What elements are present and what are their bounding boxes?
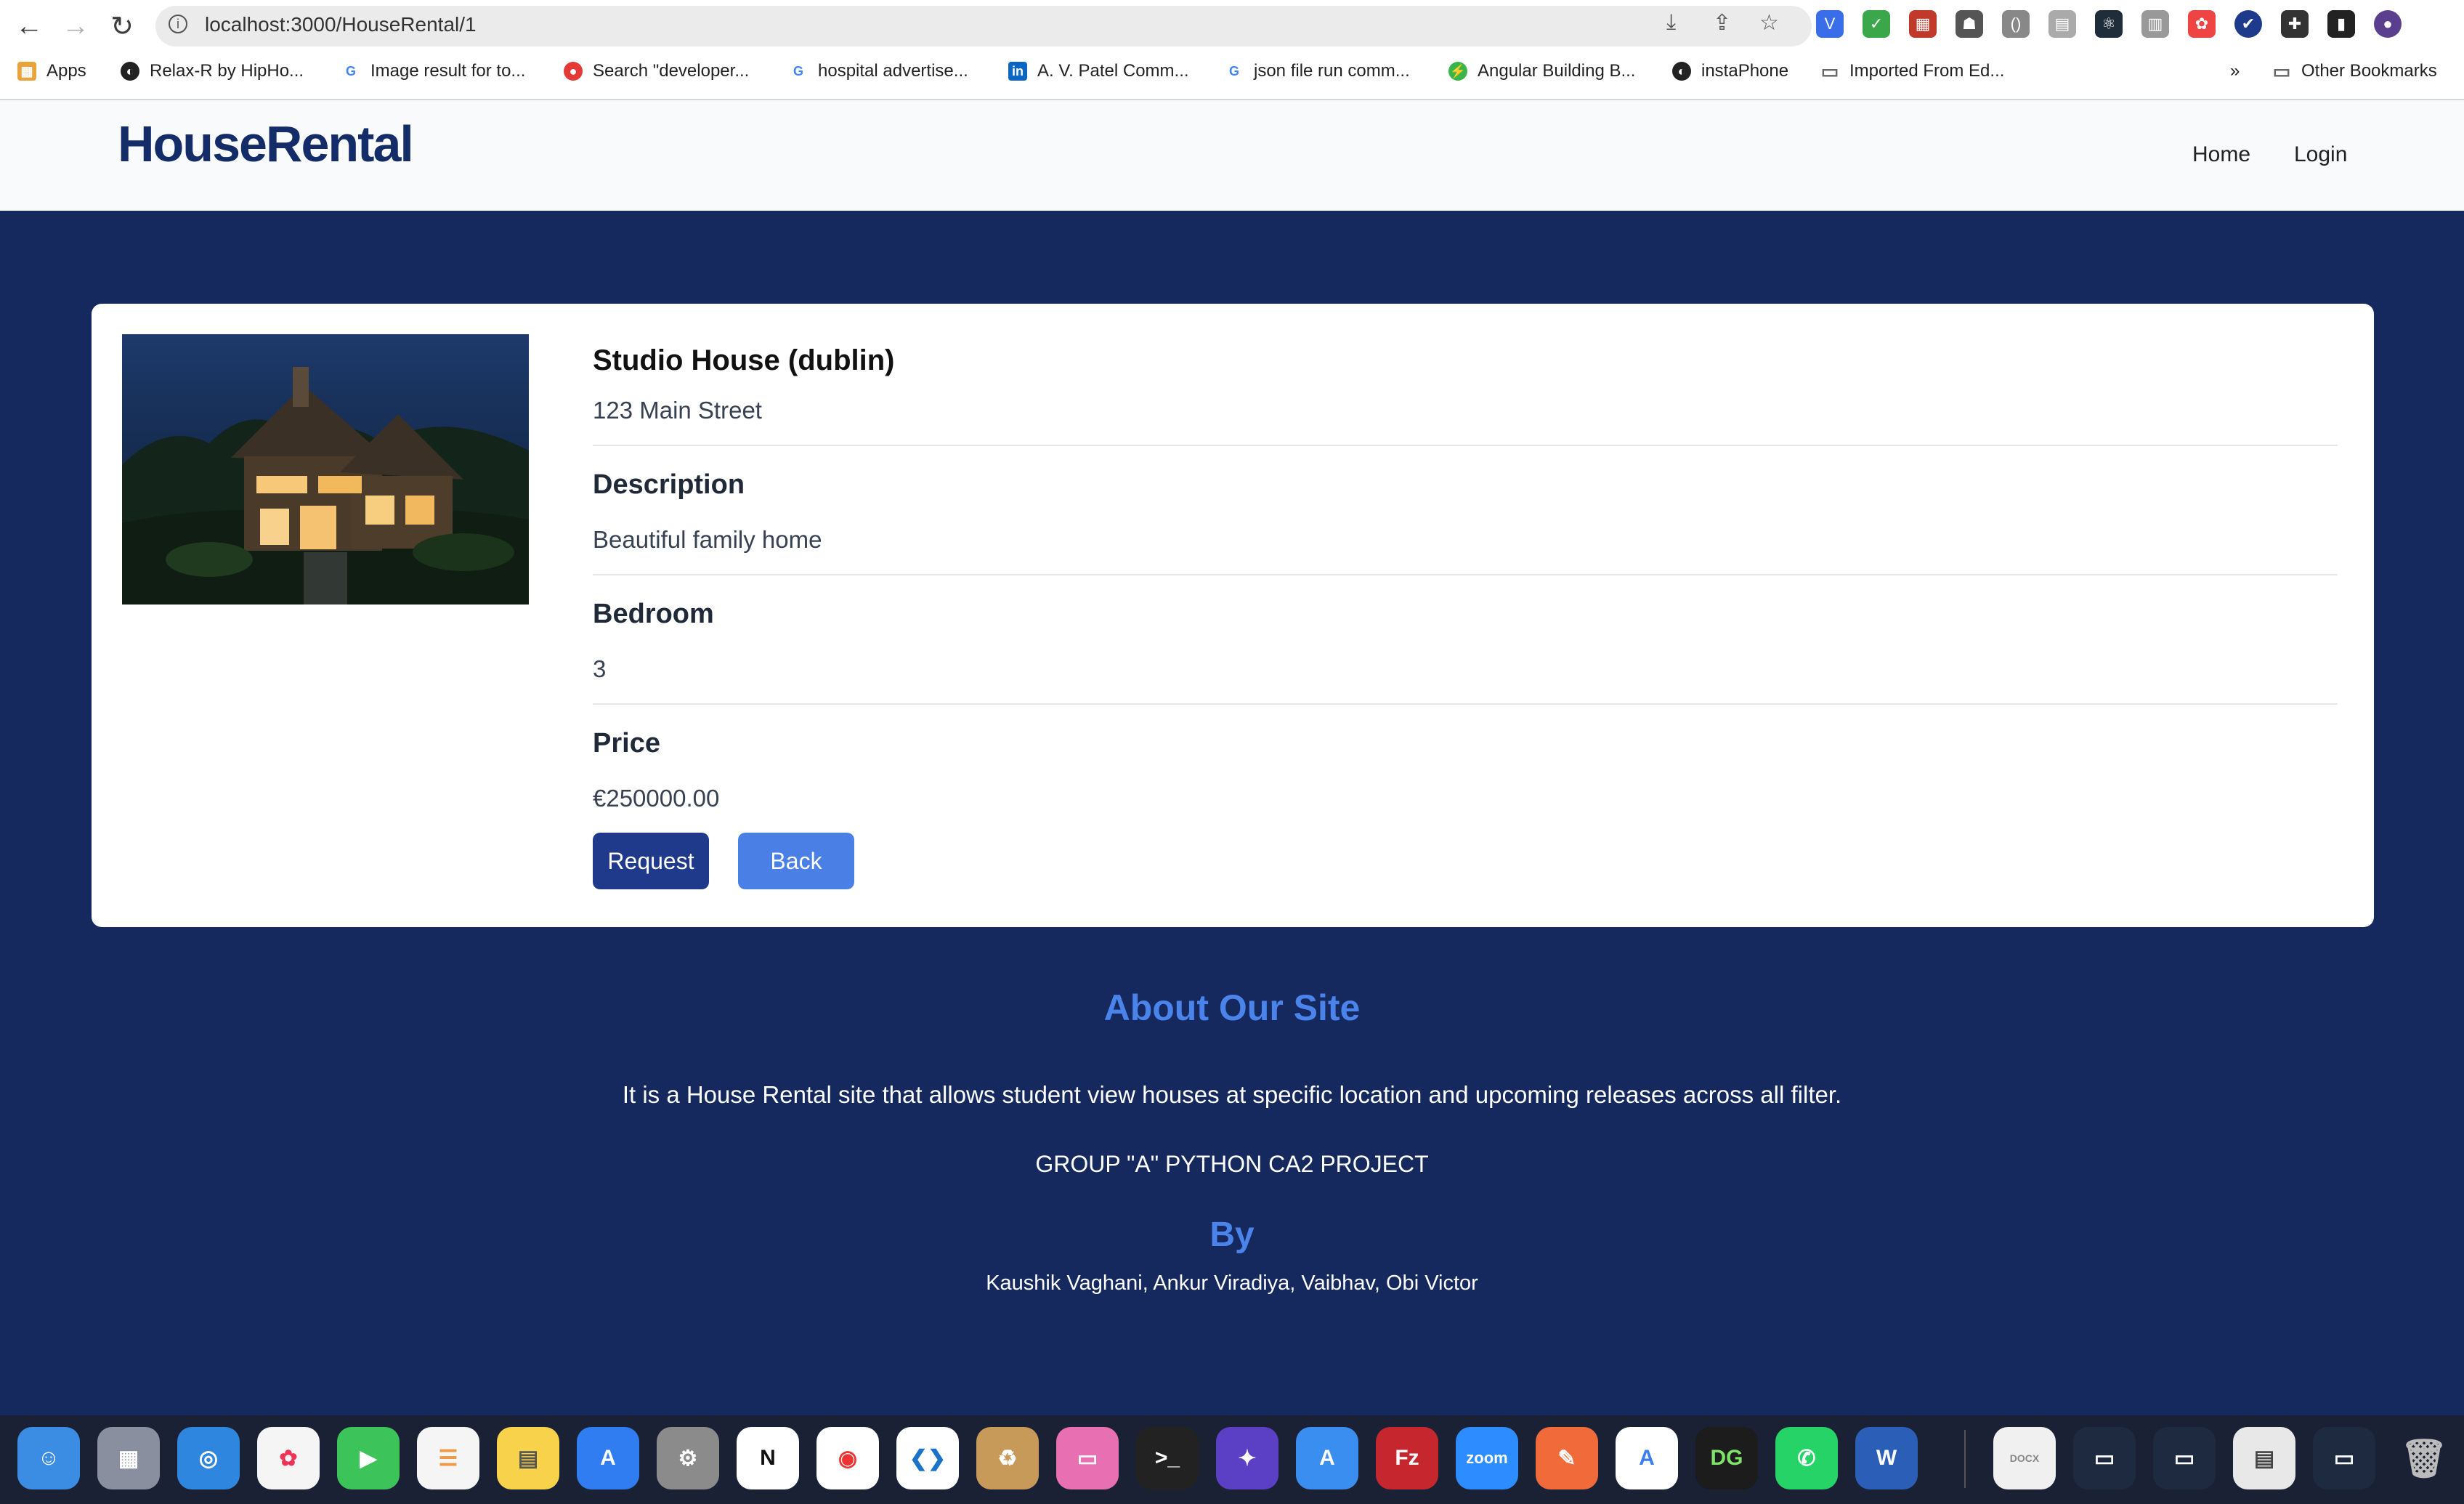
site-info-icon[interactable]: i <box>169 15 187 33</box>
facetime-icon[interactable]: ▶ <box>337 1427 400 1489</box>
by-heading: By <box>1209 1216 1255 1254</box>
terminal-icon[interactable]: >_ <box>1136 1427 1199 1489</box>
google-icon: G <box>1225 62 1244 81</box>
profile-avatar[interactable]: ● <box>2374 10 2402 38</box>
bedroom-value: 3 <box>593 655 607 682</box>
install-icon[interactable]: ⤓ <box>1666 10 1676 35</box>
filezilla-icon[interactable]: Fz <box>1376 1427 1438 1489</box>
extension-check-icon[interactable]: ✔ <box>2234 10 2262 38</box>
extension-page-icon[interactable]: ▤ <box>2048 10 2076 38</box>
price-label: Price <box>593 728 660 759</box>
reminders-icon[interactable]: ☰ <box>417 1427 479 1489</box>
bookmark-relax[interactable]: ◐ Relax-R by HipHo... <box>121 58 304 84</box>
docx-file-icon[interactable]: DOCX <box>1993 1427 2056 1489</box>
finder-icon[interactable]: ☺ <box>17 1427 80 1489</box>
house-photo <box>122 334 529 605</box>
description-label: Description <box>593 469 745 500</box>
share-icon[interactable]: ⇪ <box>1713 10 1731 36</box>
bookmark-json[interactable]: Gjson file run comm... <box>1225 58 1410 84</box>
bookmark-other[interactable]: ▭ Other Bookmarks <box>2272 58 2437 84</box>
bookmark-search-developer[interactable]: ● Search "developer... <box>564 58 749 84</box>
nav-login-link[interactable]: Login <box>2294 142 2347 167</box>
side-panel-icon[interactable]: ▮ <box>2327 10 2355 38</box>
description-value: Beautiful family home <box>593 526 822 553</box>
bedroom-label: Bedroom <box>593 599 714 629</box>
nav-home-link[interactable]: Home <box>2192 142 2250 167</box>
bookmark-imported[interactable]: ▭ Imported From Ed... <box>1820 58 2005 84</box>
extension-braces-icon[interactable]: () <box>2002 10 2030 38</box>
globe-icon: ◐ <box>121 62 139 81</box>
window-thumbnail-icon[interactable]: ▭ <box>2073 1427 2136 1489</box>
bookmark-star-icon[interactable]: ☆ <box>1759 10 1779 36</box>
datagrip-icon[interactable]: DG <box>1695 1427 1758 1489</box>
extension-shield-icon[interactable]: ✓ <box>1863 10 1890 38</box>
photos-icon[interactable]: ✿ <box>257 1427 320 1489</box>
reload-icon[interactable]: ↻ <box>99 6 145 47</box>
request-button[interactable]: Request <box>593 833 709 889</box>
extension-react-icon[interactable]: ⚛ <box>2095 10 2123 38</box>
whatsapp-icon[interactable]: ✆ <box>1775 1427 1838 1489</box>
siri-icon[interactable]: ✦ <box>1216 1427 1278 1489</box>
app-store-icon[interactable]: A <box>577 1427 639 1489</box>
back-button[interactable]: Back <box>738 833 854 889</box>
launchpad-icon[interactable]: ▦ <box>97 1427 160 1489</box>
extension-clipboard-icon[interactable]: ▥ <box>2141 10 2169 38</box>
system-preferences-icon[interactable]: ⚙ <box>657 1427 719 1489</box>
bookmark-angular[interactable]: ⚡ Angular Building B... <box>1448 58 1635 84</box>
window-thumbnail-icon[interactable]: ▭ <box>2153 1427 2216 1489</box>
window-thumbnail-icon[interactable]: ▤ <box>2233 1427 2295 1489</box>
divider <box>593 574 2338 575</box>
folder-icon: ▭ <box>2272 60 2291 82</box>
google-icon: G <box>341 62 360 81</box>
chrome-icon[interactable]: ◉ <box>816 1427 879 1489</box>
red-circle-icon: ● <box>564 62 583 81</box>
screens-icon[interactable]: ▭ <box>1056 1427 1119 1489</box>
vscode-icon[interactable]: ❮❯ <box>896 1427 959 1489</box>
bookmark-hospital[interactable]: Ghospital advertise... <box>789 58 968 84</box>
extension-red-icon[interactable]: ▦ <box>1909 10 1937 38</box>
google-icon: G <box>789 62 808 81</box>
divider <box>593 445 2338 446</box>
window-thumbnail-icon[interactable]: ▭ <box>2313 1427 2375 1489</box>
pen-icon[interactable]: ✎ <box>1536 1427 1598 1489</box>
project-title: GROUP "A" PYTHON CA2 PROJECT <box>1035 1151 1429 1177</box>
extensions-puzzle-icon[interactable]: ✚ <box>2281 10 2309 38</box>
xcode-icon[interactable]: A <box>1296 1427 1358 1489</box>
divider <box>593 703 2338 705</box>
bookmark-instaphone[interactable]: ◐ instaPhone <box>1672 58 1788 84</box>
zoom-icon[interactable]: zoom <box>1456 1427 1518 1489</box>
notion-icon[interactable]: N <box>737 1427 799 1489</box>
about-text: It is a House Rental site that allows st… <box>622 1081 1842 1108</box>
extension-robot-icon[interactable]: ☗ <box>1956 10 1983 38</box>
green-bolt-icon: ⚡ <box>1448 62 1467 81</box>
word-icon[interactable]: W <box>1855 1427 1918 1489</box>
safari-icon[interactable]: ◎ <box>177 1427 240 1489</box>
notes-icon[interactable]: ▤ <box>497 1427 559 1489</box>
dock-divider <box>1964 1430 1966 1488</box>
instruments-icon[interactable]: A <box>1616 1427 1678 1489</box>
property-title: Studio House (dublin) <box>593 344 895 376</box>
url-text[interactable]: localhost:3000/HouseRental/1 <box>205 13 477 36</box>
authors-text: Kaushik Vaghani, Ankur Viradiya, Vaibhav… <box>986 1271 1478 1295</box>
price-value: €250000.00 <box>593 785 720 812</box>
bookmark-linkedin[interactable]: in A. V. Patel Comm... <box>1008 58 1189 84</box>
folder-icon: ▭ <box>1820 60 1839 82</box>
back-arrow-icon[interactable]: ← <box>6 6 52 47</box>
trash-icon[interactable]: 🗑 <box>2393 1427 2455 1489</box>
about-heading: About Our Site <box>1103 987 1361 1028</box>
apps-grid-icon: ▦ <box>17 62 36 81</box>
brand-logo[interactable]: HouseRental <box>118 115 414 173</box>
extension-v-icon[interactable]: V <box>1816 10 1844 38</box>
forward-arrow-icon[interactable]: → <box>52 6 99 47</box>
extension-color-icon[interactable]: ✿ <box>2188 10 2216 38</box>
bookmarks-overflow[interactable]: » <box>2230 58 2240 84</box>
linkedin-icon: in <box>1008 62 1027 81</box>
property-address: 123 Main Street <box>593 397 762 424</box>
globe-icon: ◐ <box>1672 62 1691 81</box>
bookmark-image-result[interactable]: G Image result for to... <box>341 58 525 84</box>
bookmark-apps[interactable]: ▦ Apps <box>17 58 86 84</box>
archive-utility-icon[interactable]: ♻ <box>976 1427 1039 1489</box>
